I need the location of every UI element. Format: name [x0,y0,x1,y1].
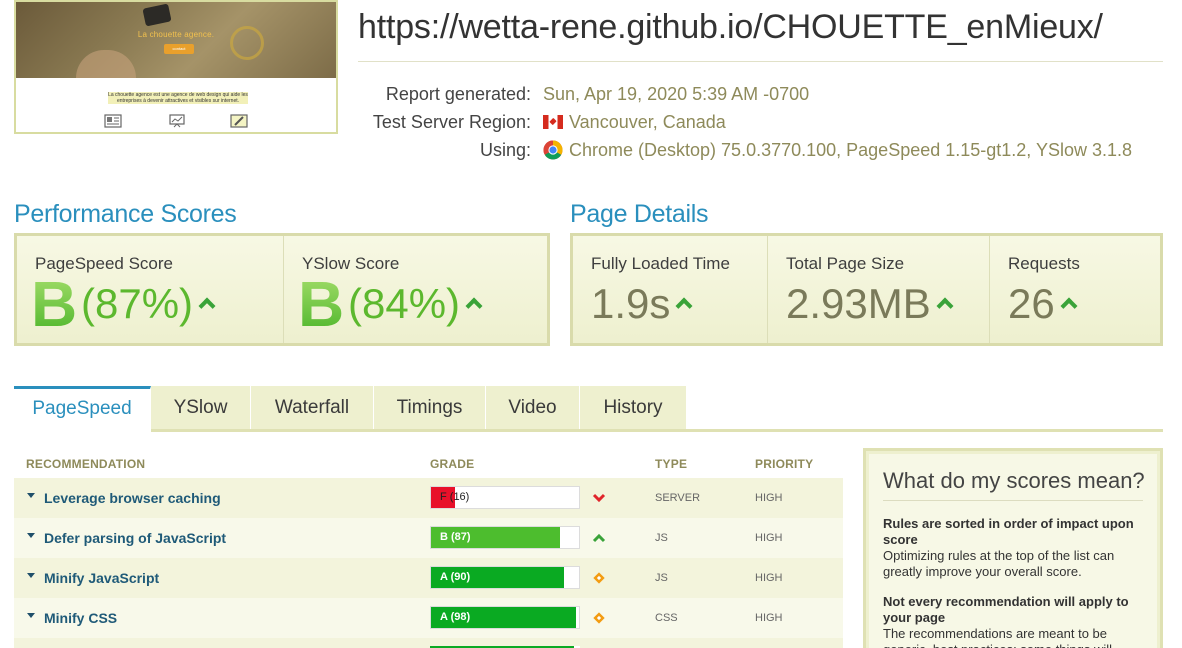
url-divider [358,61,1163,62]
col-priority-header[interactable]: PRIORITY [755,457,813,471]
total-size-label: Total Page Size [786,254,905,273]
performance-scores-title: Performance Scores [14,200,237,228]
total-size-value: 2.93MB [786,280,931,327]
page-details-panel: Fully Loaded Time 1.9s Total Page Size 2… [570,233,1163,346]
report-generated-row: Report generated: Sun, Apr 19, 2020 5:39… [0,84,1182,108]
recommendation-type: SERVER [655,492,701,504]
tabs-divider [151,429,1163,432]
using-value-wrap: Chrome (Desktop) 75.0.3770.100, PageSpee… [543,140,1132,161]
trend-up-icon [1060,297,1078,315]
fully-loaded-label: Fully Loaded Time [591,254,730,273]
table-row[interactable]: Minify JavaScript A (90) JS HIGH [14,558,843,598]
server-region-value-wrap: Vancouver, Canada [543,112,726,133]
col-recommendation-header[interactable]: RECOMMENDATION [26,457,145,471]
recommendation-priority: HIGH [755,532,783,544]
canada-flag-icon [543,115,563,129]
trend-up-icon [198,297,216,315]
trend-same-icon [592,571,606,585]
yslow-percent-wrap: (84%) [348,280,483,328]
caret-down-icon[interactable] [27,493,35,498]
total-size-value-wrap: 2.93MB [786,280,954,328]
tab-waterfall[interactable]: Waterfall [251,386,374,432]
requests-label: Requests [1008,254,1080,273]
requests-value: 26 [1008,280,1055,327]
recommendation-name[interactable]: Leverage browser caching [44,490,221,506]
using-row: Using: Chrome (Desktop) 75.0.3770.100, P… [0,140,1182,164]
scores-help-heading: Rules are sorted in order of impact upon… [883,516,1134,547]
grade-label: F (16) [440,491,470,503]
recommendation-name[interactable]: Defer parsing of JavaScript [44,530,226,546]
recommendation-priority: HIGH [755,492,783,504]
pagespeed-score-cell: PageSpeed Score B (87%) [17,236,283,343]
caret-down-icon[interactable] [27,533,35,538]
scores-help-title: What do my scores mean? [883,468,1145,493]
yslow-score-cell: YSlow Score B (84%) [283,236,547,343]
recommendation-type: CSS [655,612,678,624]
caret-down-icon[interactable] [27,573,35,578]
col-grade-header[interactable]: GRADE [430,457,474,471]
page-details-title: Page Details [570,200,709,228]
yslow-grade: B [298,268,345,340]
recommendation-type: JS [655,572,668,584]
server-region-row: Test Server Region: Vancouver, Canada [0,112,1182,136]
recommendation-priority: HIGH [755,572,783,584]
requests-value-wrap: 26 [1008,280,1078,328]
using-value: Chrome (Desktop) 75.0.3770.100, PageSpee… [569,140,1133,160]
performance-scores-panel: PageSpeed Score B (87%) YSlow Score B (8… [14,233,550,346]
yslow-percent: (84%) [348,280,461,327]
scores-help-text: The recommendations are meant to be gene… [883,626,1112,648]
grade-bar: A (98) [430,606,580,629]
recommendation-name[interactable]: Minify CSS [44,610,117,626]
table-row[interactable]: Defer parsing of JavaScript B (87) JS HI… [14,518,843,558]
trend-down-icon [592,491,606,505]
grade-label: A (98) [440,611,471,623]
grade-bar: F (16) [430,486,580,509]
table-row[interactable]: Minify CSS A (98) CSS HIGH [14,598,843,638]
screenshot-button: contact [164,44,194,54]
trend-up-icon [675,297,693,315]
pagespeed-percent: (87%) [81,280,194,327]
grade-bar: A (90) [430,566,580,589]
tab-history[interactable]: History [580,386,687,432]
report-generated-label: Report generated: [385,84,531,104]
total-size-cell: Total Page Size 2.93MB [767,236,989,343]
grade-label: B (87) [440,531,471,543]
recommendation-name[interactable]: Minify JavaScript [44,570,159,586]
recommendation-type: JS [655,532,668,544]
scores-help-box: What do my scores mean? Rules are sorted… [863,448,1163,648]
scores-help-heading: Not every recommendation will apply to y… [883,594,1129,625]
pagespeed-grade: B [31,268,78,340]
fully-loaded-value-wrap: 1.9s [591,280,693,328]
trend-up-icon [465,297,483,315]
scores-help-text: Optimizing rules at the top of the list … [883,548,1115,579]
server-region-value: Vancouver, Canada [569,112,726,132]
tab-timings[interactable]: Timings [374,386,486,432]
trend-same-icon [592,611,606,625]
fully-loaded-cell: Fully Loaded Time 1.9s [573,236,767,343]
pagespeed-percent-wrap: (87%) [81,280,216,328]
caret-down-icon[interactable] [27,613,35,618]
chrome-icon [543,140,563,160]
fully-loaded-value: 1.9s [591,280,671,327]
grade-bar: B (87) [430,526,580,549]
screenshot-hero-image: La chouette agence. contact [16,2,336,78]
grade-label: A (90) [440,571,471,583]
trend-up-icon [936,297,954,315]
using-label: Using: [479,140,531,160]
tab-yslow[interactable]: YSlow [151,386,251,432]
col-type-header[interactable]: TYPE [655,457,687,471]
requests-cell: Requests 26 [989,236,1160,343]
recommendation-priority: HIGH [755,612,783,624]
screenshot-title: La chouette agence. [137,30,215,39]
table-row[interactable] [14,638,843,648]
trend-up-icon [592,531,606,545]
tested-url: https://wetta-rene.github.io/CHOUETTE_en… [358,8,1103,46]
scores-help-divider [883,500,1143,501]
report-generated-value: Sun, Apr 19, 2020 5:39 AM -0700 [543,84,810,104]
tab-pagespeed[interactable]: PageSpeed [14,386,151,432]
server-region-label: Test Server Region: [372,112,531,132]
table-row[interactable]: Leverage browser caching F (16) SERVER H… [14,478,843,518]
tab-video[interactable]: Video [486,386,580,432]
